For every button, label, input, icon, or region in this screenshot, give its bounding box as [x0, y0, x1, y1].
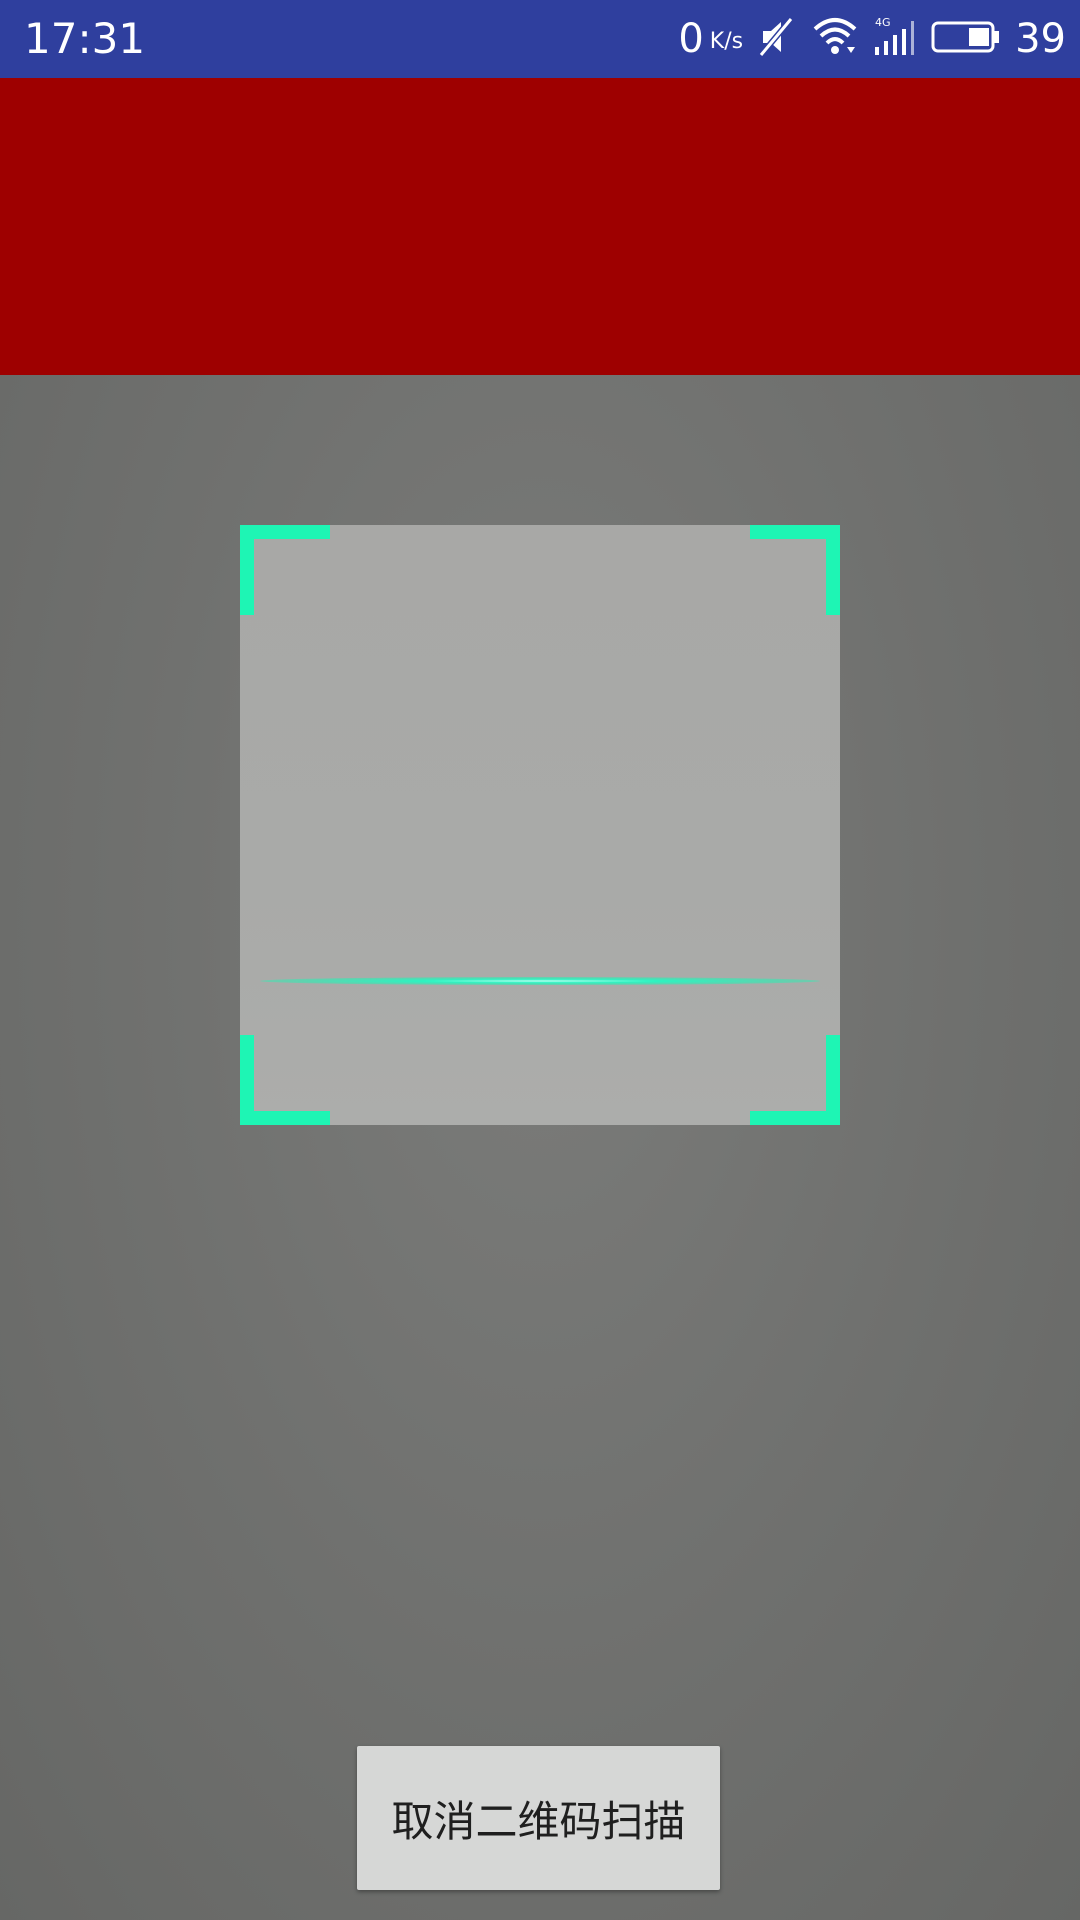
scan-corner-bottom-left [240, 1035, 330, 1125]
scan-corner-top-right [750, 525, 840, 615]
battery-percent: 39 [1015, 16, 1066, 62]
status-indicators: 0 K/s 4G 39 [678, 12, 1066, 66]
scan-frame [240, 525, 840, 1125]
svg-text:4G: 4G [875, 16, 891, 29]
top-banner [0, 78, 1080, 375]
mute-icon [757, 15, 797, 63]
cancel-scan-button[interactable]: 取消二维码扫描 [357, 1746, 720, 1890]
status-time: 17:31 [24, 14, 146, 63]
status-bar: 17:31 0 K/s 4G 39 [0, 0, 1080, 78]
network-speed-unit: K/s [709, 29, 744, 54]
battery-icon [931, 19, 1001, 59]
network-speed: 0 K/s [678, 12, 743, 66]
scan-line [260, 977, 820, 985]
scan-corner-top-left [240, 525, 330, 615]
network-speed-value: 0 [678, 16, 704, 62]
wifi-icon [811, 15, 859, 63]
scan-corner-bottom-right [750, 1035, 840, 1125]
cellular-4g-icon: 4G [873, 15, 917, 63]
